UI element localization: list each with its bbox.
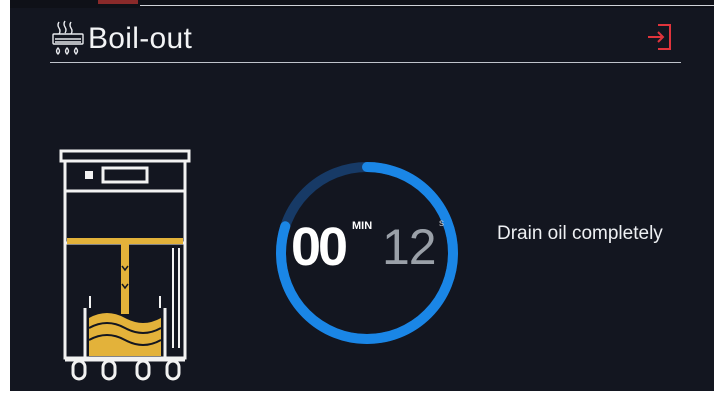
timer-seconds-label: s [439,218,444,229]
status-accent [98,0,138,4]
exit-icon[interactable] [645,22,675,52]
fryer-illustration [59,149,191,381]
header-divider [50,62,681,63]
countdown-timer: 00 MIN 12 s [272,158,462,348]
page-title: Boil-out [88,22,193,55]
timer-minutes-label: MIN [352,220,373,232]
boil-out-screen: Boil-out 00 MIN 12 s Drain oil completel… [10,8,714,391]
header: Boil-out [50,18,681,62]
timer-minutes: 00 [291,217,348,277]
timer-seconds: 12 [382,219,437,275]
status-line [140,5,714,6]
boil-out-icon [52,20,84,55]
instruction-text: Drain oil completely [497,223,663,244]
